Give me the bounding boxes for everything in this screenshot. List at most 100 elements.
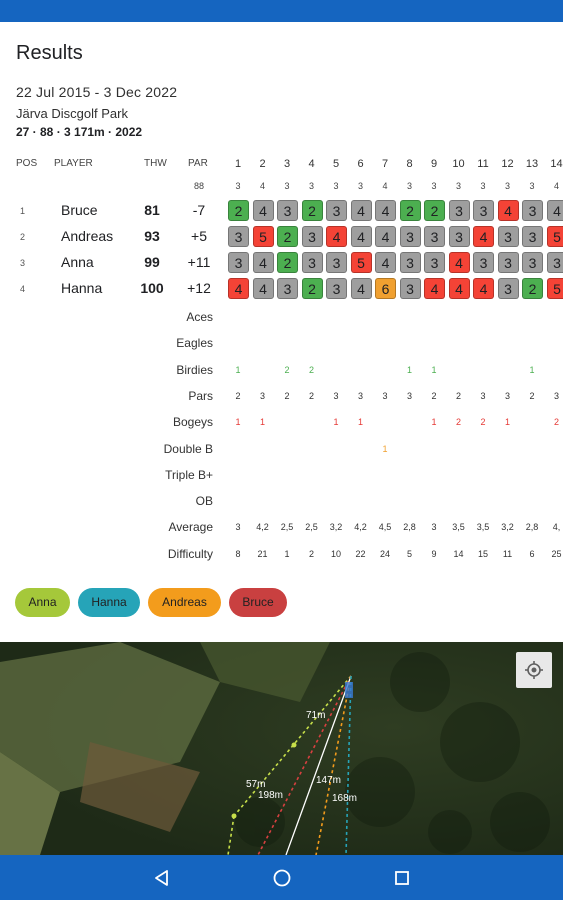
player-chip[interactable]: Anna <box>15 588 70 617</box>
hole-number: 12 <box>501 158 514 170</box>
hole-score[interactable]: 4 <box>228 278 249 299</box>
hole-score[interactable]: 3 <box>473 252 494 273</box>
stat-value: 6 <box>529 548 535 559</box>
hole-score[interactable]: 4 <box>375 200 396 221</box>
status-bar <box>0 0 563 22</box>
hole-score[interactable]: 2 <box>301 200 323 221</box>
hole-score[interactable]: 3 <box>301 252 323 273</box>
hole-score[interactable]: 2 <box>399 200 421 221</box>
hole-score[interactable]: 4 <box>448 278 470 299</box>
hole-score[interactable]: 4 <box>252 252 274 273</box>
hole-score[interactable]: 6 <box>375 278 396 299</box>
hole-score[interactable]: 4 <box>424 278 445 299</box>
stat-value: 3 <box>553 390 559 401</box>
nav-home-button[interactable] <box>269 865 295 891</box>
hole-score[interactable]: 3 <box>326 200 347 221</box>
hole-score[interactable]: 4 <box>473 278 494 299</box>
hole-score[interactable]: 2 <box>301 278 323 299</box>
hole-score[interactable]: 3 <box>546 252 563 273</box>
hole-score[interactable]: 3 <box>448 200 470 221</box>
stat-value: 1 <box>235 417 241 428</box>
distance-label: 57m <box>246 779 265 790</box>
stat-value: 2 <box>308 390 314 401</box>
hole-par: 3 <box>529 181 535 191</box>
nav-recents-button[interactable] <box>389 865 415 891</box>
player-name[interactable]: Andreas <box>61 228 113 244</box>
map-satellite-image: 71m 57m 198m 147m 168m <box>0 642 563 855</box>
hole-score[interactable]: 4 <box>375 252 396 273</box>
hole-score[interactable]: 3 <box>473 200 494 221</box>
hole-score[interactable]: 4 <box>350 200 372 221</box>
stat-value: 1 <box>529 364 535 375</box>
hole-score[interactable]: 3 <box>448 226 470 247</box>
hole-score[interactable]: 3 <box>424 252 445 273</box>
hole-number: 9 <box>430 158 438 170</box>
player-chip[interactable]: Bruce <box>229 588 287 617</box>
hole-number: 7 <box>381 158 389 170</box>
player-name[interactable]: Hanna <box>61 280 102 296</box>
nav-back-button[interactable] <box>149 865 175 891</box>
hole-score[interactable]: 2 <box>277 252 298 273</box>
recents-square-icon <box>395 871 409 885</box>
hole-number: 14 <box>550 158 563 170</box>
my-location-button[interactable] <box>516 652 552 688</box>
hole-score[interactable]: 2 <box>424 200 445 221</box>
stat-value: 2 <box>553 417 559 428</box>
hole-score[interactable]: 3 <box>228 226 249 247</box>
header-player: PLAYER <box>54 158 93 169</box>
player-chip[interactable]: Andreas <box>148 588 221 617</box>
hole-score[interactable]: 3 <box>326 252 347 273</box>
hole-score[interactable]: 4 <box>326 226 347 247</box>
header-thw: THW <box>144 158 167 169</box>
player-chip[interactable]: Hanna <box>78 588 140 617</box>
stat-value: 11 <box>502 548 513 559</box>
hole-score[interactable]: 3 <box>399 226 421 247</box>
hole-score[interactable]: 3 <box>277 200 298 221</box>
hole-score[interactable]: 4 <box>546 200 563 221</box>
stat-value: 2 <box>284 390 290 401</box>
stat-value: 1 <box>333 417 339 428</box>
stat-value: 3 <box>431 522 437 533</box>
hole-score[interactable]: 3 <box>399 278 421 299</box>
hole-score[interactable]: 3 <box>522 252 543 273</box>
stat-value: 9 <box>431 548 437 559</box>
date-range: 22 Jul 2015 - 3 Dec 2022 <box>16 84 178 100</box>
hole-score[interactable]: 4 <box>497 200 519 221</box>
stat-value: 4,2 <box>354 522 367 533</box>
hole-score[interactable]: 4 <box>375 226 396 247</box>
player-name[interactable]: Bruce <box>61 202 98 218</box>
hole-score[interactable]: 4 <box>252 200 274 221</box>
hole-score[interactable]: 3 <box>424 226 445 247</box>
hole-score[interactable]: 2 <box>228 200 249 221</box>
hole-score[interactable]: 3 <box>301 226 323 247</box>
hole-score[interactable]: 4 <box>350 278 372 299</box>
hole-score[interactable]: 2 <box>277 226 298 247</box>
hole-score[interactable]: 4 <box>473 226 494 247</box>
hole-score[interactable]: 3 <box>522 226 543 247</box>
hole-score[interactable]: 4 <box>350 226 372 247</box>
hole-score[interactable]: 5 <box>252 226 274 247</box>
hole-score[interactable]: 2 <box>522 278 543 299</box>
stat-value: 2,8 <box>525 522 539 533</box>
hole-score[interactable]: 3 <box>497 226 519 247</box>
hole-score[interactable]: 4 <box>252 278 274 299</box>
hole-score[interactable]: 5 <box>350 252 372 273</box>
stat-value: 3 <box>357 390 363 401</box>
stat-value: 2 <box>308 364 314 375</box>
hole-score[interactable]: 3 <box>522 200 543 221</box>
stat-value: 1 <box>504 417 510 428</box>
course-map[interactable]: 71m 57m 198m 147m 168m <box>0 642 563 855</box>
hole-score[interactable]: 3 <box>228 252 249 273</box>
hole-score[interactable]: 3 <box>497 278 519 299</box>
player-name[interactable]: Anna <box>61 254 94 270</box>
hole-score[interactable]: 5 <box>546 278 563 299</box>
hole-score[interactable]: 3 <box>277 278 298 299</box>
hole-score[interactable]: 3 <box>399 252 421 273</box>
header-par-total: 88 <box>194 181 205 191</box>
hole-score[interactable]: 3 <box>326 278 347 299</box>
hole-score[interactable]: 3 <box>497 252 519 273</box>
stat-value: 1 <box>406 364 412 375</box>
player-throws: 93 <box>144 228 160 244</box>
hole-score[interactable]: 4 <box>448 252 470 273</box>
hole-score[interactable]: 5 <box>546 226 563 247</box>
